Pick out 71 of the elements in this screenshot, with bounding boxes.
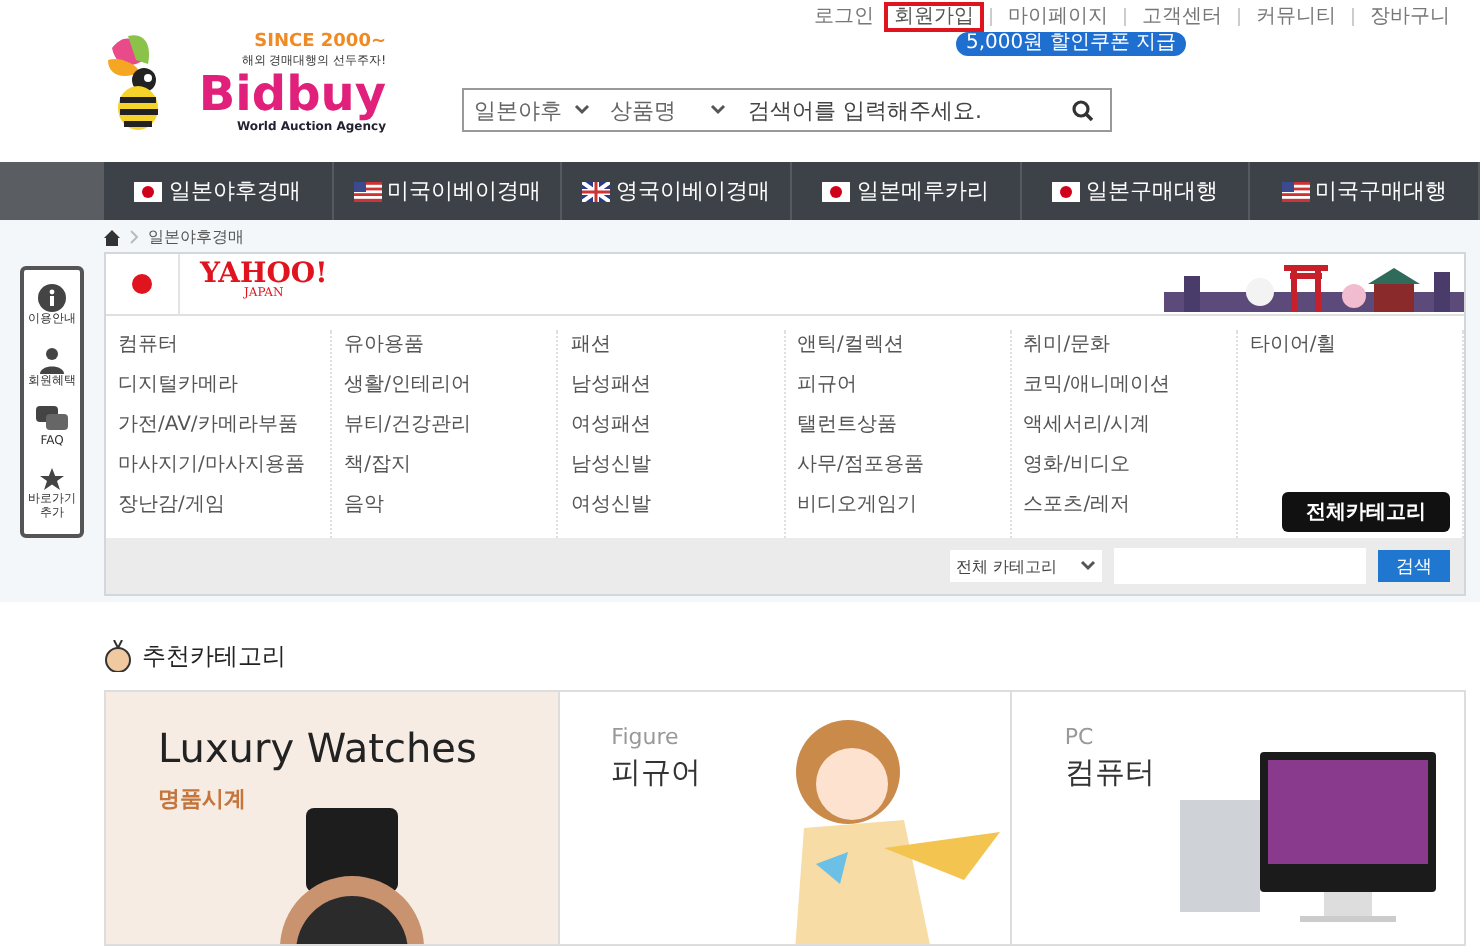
chevron-right-icon — [130, 230, 138, 244]
uk-flag-icon — [582, 181, 611, 201]
search-button[interactable]: 검색 — [1378, 550, 1450, 582]
chevron-down-icon — [574, 104, 590, 116]
coupon-badge: 5,000원 할인쿠폰 지급 — [956, 32, 1186, 56]
category-link[interactable]: 여성신발 — [570, 490, 784, 530]
acorn-icon — [104, 640, 132, 672]
category-link[interactable]: 피규어 — [797, 370, 1010, 410]
all-categories-button[interactable]: 전체카테고리 — [1282, 492, 1450, 532]
category-link[interactable]: 유아용품 — [344, 330, 557, 370]
top-link[interactable]: 장바구니 — [1360, 2, 1460, 32]
info-icon — [38, 283, 66, 312]
category-link[interactable]: 마사지기/마사지용품 — [118, 450, 331, 490]
us-flag-icon — [353, 181, 381, 201]
category-card[interactable]: PC 컴퓨터 — [1012, 692, 1465, 944]
category-link[interactable]: 타이어/휠 — [1249, 330, 1463, 370]
field-select[interactable]: 상품명 — [600, 90, 736, 130]
category-link[interactable]: 스포츠/레저 — [1023, 490, 1236, 530]
category-link[interactable]: 뷰티/건강관리 — [344, 410, 557, 450]
since-text: SINCE 2000~ — [254, 32, 386, 52]
category-link[interactable]: 여성패션 — [570, 410, 784, 450]
japan-flag-icon — [1052, 181, 1081, 201]
category-link[interactable]: 영화/비디오 — [1023, 450, 1236, 490]
category-link[interactable]: 코믹/애니메이션 — [1023, 370, 1236, 410]
site-select[interactable]: 일본야후 — [464, 90, 600, 130]
category-link[interactable]: 남성패션 — [570, 370, 784, 410]
japan-flag-icon — [134, 181, 163, 201]
category-link[interactable]: 액세서리/시계 — [1023, 410, 1236, 450]
star-icon — [40, 468, 64, 493]
card-title: PC — [1064, 724, 1096, 750]
category-link[interactable]: 생활/인테리어 — [344, 370, 557, 410]
search-bar[interactable]: 일본야후 상품명 검색어를 입력해주세요. — [462, 88, 1112, 132]
card-subtitle: 컴퓨터 — [1064, 754, 1155, 792]
category-link[interactable]: 패션 — [570, 330, 784, 370]
japan-flag-icon — [822, 181, 851, 201]
breadcrumb-text[interactable]: 일본야후경매 — [148, 226, 244, 248]
speech-bubbles-icon — [36, 406, 68, 435]
category-link[interactable]: 취미/문화 — [1023, 330, 1236, 370]
category-link[interactable]: 앤틱/컬렉션 — [797, 330, 1010, 370]
category-link[interactable]: 탤런트상품 — [797, 410, 1010, 450]
us-flag-icon — [1281, 181, 1310, 201]
card-title: Luxury Watches — [158, 724, 477, 772]
card-title: Figure — [611, 724, 681, 750]
category-link[interactable]: 디지털카메라 — [118, 370, 331, 410]
yahoo-brand: YAHOO! — [200, 264, 328, 284]
category-link[interactable]: 가전/AV/카메라부품 — [118, 410, 331, 450]
chevron-down-icon — [1080, 560, 1096, 572]
category-link[interactable]: 장난감/게임 — [118, 490, 331, 530]
category-select[interactable]: 전체 카테고리 — [950, 550, 1102, 582]
top-link[interactable]: 고객센터 — [1132, 2, 1232, 32]
section-title: 추천카테고리 — [142, 639, 286, 673]
top-link[interactable]: 로그인 — [804, 2, 884, 32]
top-link[interactable]: 회원가입 — [884, 2, 984, 32]
category-link[interactable]: 남성신발 — [570, 450, 784, 490]
category-card[interactable]: Figure 피규어 — [559, 692, 1013, 944]
logo-wordmark: Bidbuy — [198, 70, 386, 120]
top-link[interactable]: 마이페이지 — [998, 2, 1118, 32]
chevron-down-icon — [710, 104, 726, 116]
japan-flag-dot-icon — [132, 274, 152, 294]
search-icon — [1072, 99, 1094, 121]
category-link[interactable]: 컴퓨터 — [118, 330, 331, 370]
category-link[interactable]: 책/잡지 — [344, 450, 557, 490]
category-link[interactable]: 사무/점포용품 — [797, 450, 1010, 490]
person-icon — [38, 345, 66, 374]
card-subtitle: 명품시계 — [158, 784, 248, 814]
category-card[interactable]: Luxury Watches 명품시계 — [106, 692, 560, 944]
category-link[interactable]: 음악 — [344, 490, 557, 530]
top-link[interactable]: 커뮤니티 — [1246, 2, 1346, 32]
category-link[interactable]: 비디오게임기 — [797, 490, 1010, 530]
home-icon — [104, 229, 120, 245]
card-subtitle: 피규어 — [611, 754, 702, 792]
